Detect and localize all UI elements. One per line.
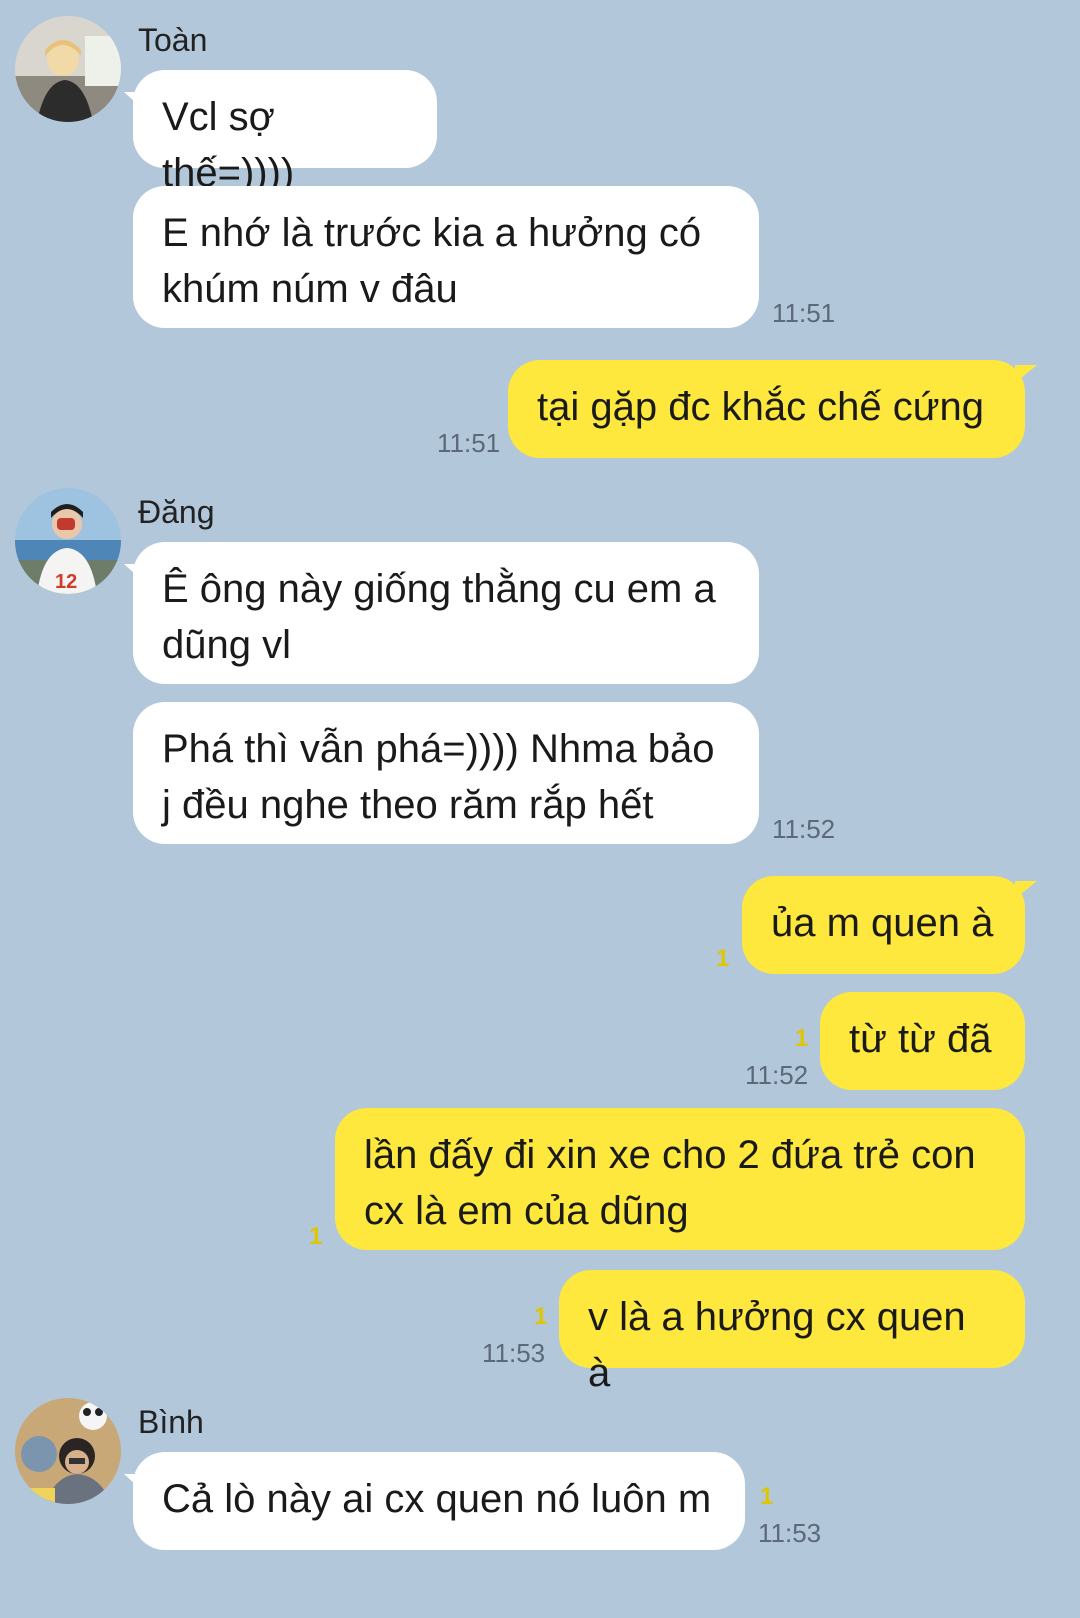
message-bubble[interactable]: E nhớ là trước kia a hưởng có khúm núm v… (133, 186, 759, 328)
unread-count: 1 (534, 1303, 548, 1330)
message-timestamp: 11:51 (772, 298, 836, 328)
message-text: v là a hưởng cx quen à (588, 1295, 966, 1395)
message-text: lần đấy đi xin xe cho 2 đứa trẻ con cx l… (364, 1133, 976, 1233)
message-text: Phá thì vẫn phá=)))) Nhma bảo j đều nghe… (162, 727, 715, 827)
message-text: ủa m quen à (771, 901, 994, 945)
sender-name: Đăng (138, 494, 215, 530)
message-timestamp: 11:53 (758, 1518, 822, 1548)
message-bubble[interactable]: Cả lò này ai cx quen nó luôn m (133, 1452, 745, 1550)
message-bubble[interactable]: tại gặp đc khắc chế cứng (508, 360, 1025, 458)
message-timestamp: 11:52 (772, 814, 836, 844)
avatar-dang[interactable]: 12 (15, 488, 121, 594)
avatar-binh[interactable] (15, 1398, 121, 1504)
message-timestamp: 11:51 (437, 428, 501, 458)
bubble-tail (1015, 881, 1037, 899)
message-bubble[interactable]: ủa m quen à (742, 876, 1025, 974)
message-text: Cả lò này ai cx quen nó luôn m (162, 1477, 712, 1521)
message-text: từ từ đã (849, 1017, 992, 1061)
user-photo-avatar-icon (15, 1398, 121, 1504)
bubble-tail (124, 92, 144, 110)
bubble-tail (1015, 365, 1037, 383)
message-bubble[interactable]: Vcl sợ thế=)))) (133, 70, 437, 195)
sender-name: Bình (138, 1404, 204, 1440)
sender-name: Toàn (138, 22, 208, 58)
unread-count: 1 (795, 1025, 809, 1052)
message-bubble[interactable]: v là a hưởng cx quen à (559, 1270, 1025, 1395)
bubble-tail (124, 564, 144, 582)
chat-thread[interactable]: Toàn Vcl sợ thế=)))) E nhớ là trước kia … (0, 0, 1080, 1618)
user-photo-avatar-icon: 12 (15, 488, 121, 594)
unread-count: 1 (716, 945, 730, 972)
message-bubble[interactable]: Phá thì vẫn phá=)))) Nhma bảo j đều nghe… (133, 702, 759, 844)
avatar-toan[interactable] (15, 16, 121, 122)
user-photo-avatar-icon (15, 16, 121, 122)
message-text: E nhớ là trước kia a hưởng có khúm núm v… (162, 211, 702, 311)
message-text: Vcl sợ thế=)))) (162, 95, 295, 195)
message-timestamp: 11:53 (482, 1338, 546, 1368)
message-bubble[interactable]: Ê ông này giống thằng cu em a dũng vl (133, 542, 759, 684)
message-bubble[interactable]: lần đấy đi xin xe cho 2 đứa trẻ con cx l… (335, 1108, 1025, 1250)
unread-count: 1 (309, 1223, 323, 1250)
bubble-tail (124, 1474, 144, 1492)
message-text: Ê ông này giống thằng cu em a dũng vl (162, 567, 716, 667)
unread-count: 1 (760, 1483, 774, 1510)
message-bubble[interactable]: từ từ đã (820, 992, 1025, 1090)
message-text: tại gặp đc khắc chế cứng (537, 385, 985, 429)
svg-text:12: 12 (55, 571, 77, 593)
message-timestamp: 11:52 (745, 1060, 809, 1090)
